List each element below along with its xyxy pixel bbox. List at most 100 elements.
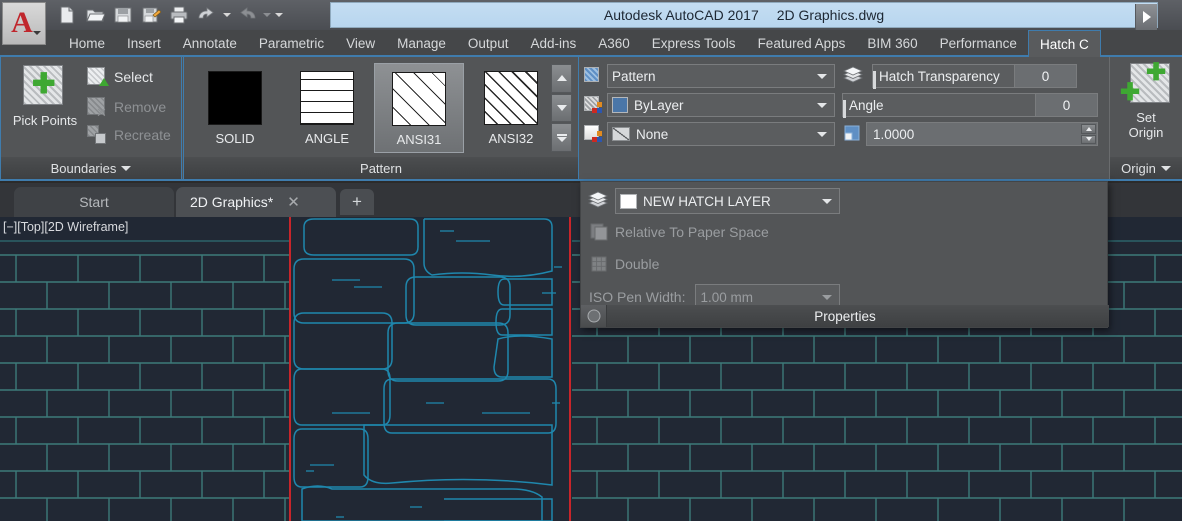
ribbon-tab-output[interactable]: Output [457,30,520,57]
hatch-layer-icon [587,191,609,211]
pattern-item-solid[interactable]: SOLID [190,63,280,153]
panel-origin: ✚ ✚ Set Origin Origin [1109,57,1182,179]
hatch-region-left [0,217,290,521]
recreate-label: Recreate [114,127,171,143]
iso-pen-width-caret-icon[interactable] [822,294,833,300]
hatch-color-row: ByLayer [583,92,835,118]
hatch-layer-caret-icon[interactable] [822,198,832,204]
panel-title-origin[interactable]: Origin [1110,157,1182,179]
ribbon-tab-express-tools[interactable]: Express Tools [641,30,747,57]
scale-spin-down-button[interactable] [1081,134,1096,144]
recreate-button[interactable]: Recreate [87,123,171,147]
pattern-gallery: SOLID ANGLE ANSI31 ANSI32 [190,63,556,153]
pattern-scroll-up-button[interactable] [551,64,572,93]
background-color-caret-icon[interactable] [817,131,827,137]
pattern-item-angle[interactable]: ANGLE [282,63,372,153]
stone-hatch-center [293,218,562,521]
ribbon-tab-add-ins[interactable]: Add-ins [519,30,587,57]
background-color-row: None [583,121,835,147]
open-icon[interactable] [82,3,108,27]
panel-title-boundaries[interactable]: Boundaries [1,157,181,179]
plus-icon: + [352,192,362,211]
ribbon-tab-home[interactable]: Home [58,30,116,57]
set-origin-label-line1: Set [1136,110,1156,125]
pattern-item-ansi32[interactable]: ANSI32 [466,63,556,153]
hatch-transparency-field[interactable]: Hatch Transparency 0 [872,64,1077,89]
new-icon[interactable] [54,3,80,27]
set-origin-icon: ✚ ✚ [1120,61,1170,107]
undo-dropdown-caret[interactable] [222,3,232,27]
hatch-region-center [292,217,570,521]
background-color-swatch [612,127,630,141]
remove-button[interactable]: ✕ Remove [87,95,166,119]
save-icon[interactable] [110,3,136,27]
pattern-gallery-expand-button[interactable] [551,123,572,153]
undo-icon[interactable] [194,3,220,27]
angle-field[interactable]: Angle 0 [842,93,1098,118]
panel-boundaries: ✚ Pick Points Select ✕ Remove Recreate B… [0,57,182,179]
app-title: Autodesk AutoCAD 2017 [603,7,759,23]
origin-expand-caret-icon[interactable] [1160,165,1171,171]
document-tab-2d-graphics-label: 2D Graphics* [190,194,274,210]
pattern-label-ansi31: ANSI31 [396,132,442,147]
select-label: Select [114,69,153,85]
hatch-type-row: Pattern [583,63,835,89]
hatch-scale-spinner[interactable] [1081,124,1096,144]
background-color-combo[interactable]: None [607,122,835,146]
ribbon-tab-hatch-creation[interactable]: Hatch C [1027,30,1101,57]
scale-spin-up-button[interactable] [1081,124,1096,134]
new-document-tab-button[interactable]: + [340,189,374,215]
pattern-swatch-ansi31 [392,72,446,126]
hatch-layer-combo[interactable]: NEW HATCH LAYER [615,188,840,214]
pick-points-button[interactable]: ✚ Pick Points [5,65,85,128]
flyout-pin-button[interactable] [581,305,607,327]
hatch-type-combo[interactable]: Pattern [607,64,835,88]
pattern-item-ansi31[interactable]: ANSI31 [374,63,464,153]
redo-dropdown-caret[interactable] [262,3,272,27]
customize-qat-caret[interactable] [274,3,284,27]
pattern-scroll-down-button[interactable] [551,93,572,123]
title-scroll-right-button[interactable] [1135,4,1157,30]
angle-value[interactable]: 0 [1035,94,1097,116]
scale-row: 1.0000 [842,121,1098,147]
document-tab-start[interactable]: Start [14,187,174,217]
hatch-color-combo[interactable]: ByLayer [607,93,835,117]
relative-to-paper-space-row[interactable]: Relative To Paper Space [589,222,769,242]
pattern-label-ansi32: ANSI32 [488,131,534,146]
pick-points-label: Pick Points [12,113,78,128]
set-origin-button[interactable]: ✚ ✚ Set Origin [1107,61,1182,141]
document-tab-2d-graphics[interactable]: 2D Graphics* ✕ [176,187,336,217]
hatch-transparency-value[interactable]: 0 [1014,65,1076,87]
ribbon-tab-featured-apps[interactable]: Featured Apps [747,30,857,57]
ribbon-tab-bim-360[interactable]: BIM 360 [856,30,928,57]
hatch-color-swatch [612,97,628,113]
pattern-label-angle: ANGLE [304,131,350,146]
ribbon-tab-view[interactable]: View [335,30,386,57]
hatch-color-caret-icon[interactable] [817,102,827,108]
ribbon-tab-performance[interactable]: Performance [929,30,1028,57]
document-title: 2D Graphics.dwg [776,7,885,23]
boundary-line-left [289,217,291,521]
pattern-swatch-angle [300,71,354,125]
select-button[interactable]: Select [87,65,153,89]
brick-hatch-left [0,240,290,521]
relative-to-paper-space-label: Relative To Paper Space [615,224,769,240]
plot-icon[interactable] [166,3,192,27]
close-icon[interactable]: ✕ [287,193,300,211]
ribbon-tab-insert[interactable]: Insert [116,30,172,57]
ribbon-tab-annotate[interactable]: Annotate [172,30,248,57]
redo-icon[interactable] [234,3,260,27]
ribbon-tab-a360[interactable]: A360 [587,30,641,57]
hatch-scale-field[interactable]: 1.0000 [866,122,1098,146]
viewport-label[interactable]: [−][Top][2D Wireframe] [3,220,128,234]
hatch-layer-row: NEW HATCH LAYER [587,188,840,214]
ribbon-tab-manage[interactable]: Manage [386,30,457,57]
set-origin-label: Set Origin [1129,110,1164,141]
boundaries-expand-caret-icon[interactable] [121,165,132,171]
application-menu-button[interactable]: A [2,2,46,45]
save-as-icon[interactable] [138,3,164,27]
ribbon-tab-parametric[interactable]: Parametric [248,30,335,57]
hatch-type-caret-icon[interactable] [817,73,827,79]
double-row[interactable]: Double [589,254,659,274]
double-hatch-icon [589,254,609,274]
